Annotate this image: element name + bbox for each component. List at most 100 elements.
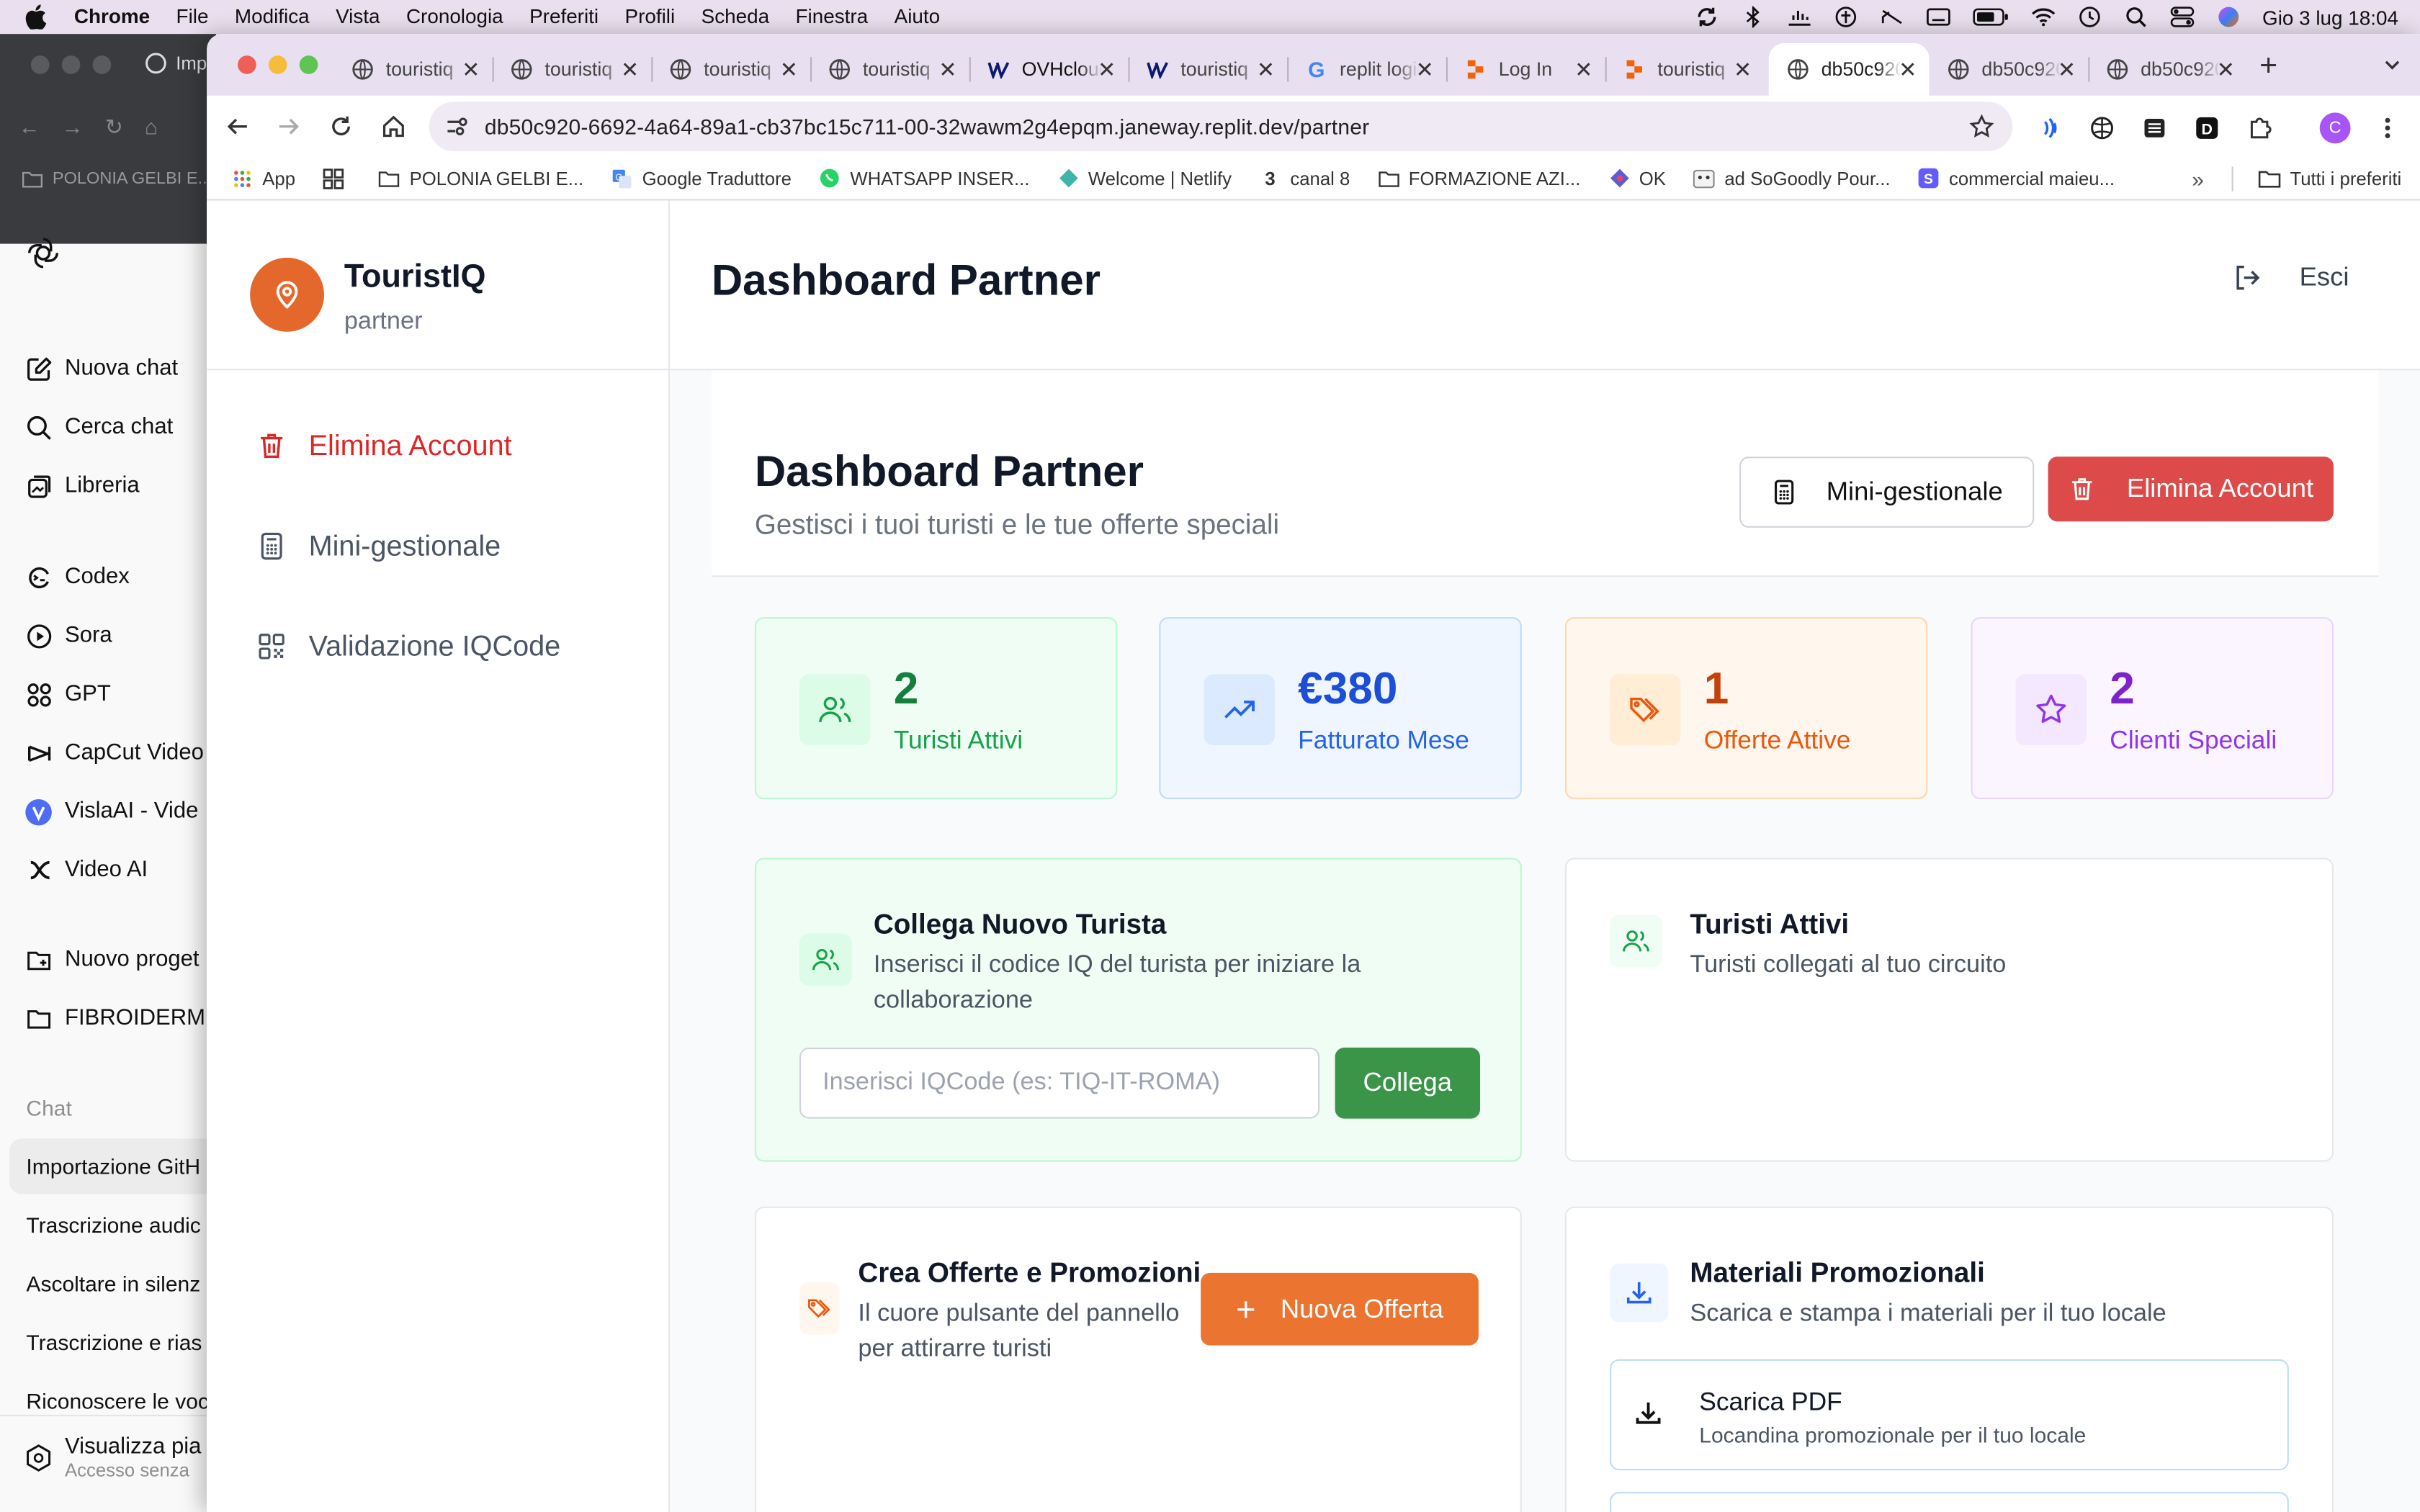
bookmark-whatsapp[interactable]: WHATSAPP INSER... [819, 168, 1029, 189]
forward-arrow-icon[interactable] [277, 114, 301, 139]
bg-chat-item[interactable]: Trascrizione audic [26, 1212, 200, 1237]
bookmark-netlify[interactable]: Welcome | Netlify [1057, 168, 1232, 189]
new-tab-button[interactable]: + [2259, 50, 2277, 85]
bg-chat-item[interactable]: Trascrizione e rias [26, 1330, 202, 1354]
bookmark-canal8[interactable]: 3 canal 8 [1260, 168, 1350, 189]
browser-tab[interactable]: Log In ✕ [1446, 43, 1607, 96]
extension-wave-icon[interactable] [2035, 114, 2063, 143]
menu-preferiti[interactable]: Preferiti [529, 0, 599, 34]
bookmark-folder[interactable]: FORMAZIONE AZI... [1378, 168, 1580, 189]
address-bar[interactable]: db50c920-6692-4a64-89a1-cb37bc15c711-00-… [429, 102, 2013, 151]
second-download-button[interactable] [1610, 1492, 2289, 1512]
bookmark-sogoodly[interactable]: ad SoGoodly Pour... [1693, 168, 1891, 189]
bg-chat-item[interactable]: Ascoltare in silenz [26, 1272, 200, 1296]
bg-nav-sora[interactable]: Sora [24, 622, 112, 650]
bg-nav-nuova-chat[interactable]: Nuova chat [24, 355, 178, 383]
bookmark-google-translate[interactable]: G Google Traduttore [611, 168, 792, 189]
close-tab-icon[interactable]: ✕ [2058, 57, 2076, 83]
bg-nav-fibroiderm[interactable]: FIBROIDERM I [24, 1004, 218, 1032]
menu-aiuto[interactable]: Aiuto [895, 0, 941, 34]
close-window-button[interactable] [238, 55, 256, 74]
browser-tab[interactable]: db50c920 ✕ [1930, 43, 2090, 96]
back-arrow-icon[interactable] [225, 114, 250, 139]
browser-tab[interactable]: Greplit login ✕ [1287, 43, 1448, 96]
close-tab-icon[interactable]: ✕ [2217, 57, 2235, 83]
bg-nav-capcut[interactable]: CapCut Video [24, 739, 204, 767]
bookmark-star-icon[interactable] [1969, 114, 1994, 139]
time-machine-icon[interactable] [2077, 6, 2102, 28]
bg-nav-video-ai[interactable]: Video AI [24, 856, 148, 884]
menu-clock[interactable]: Gio 3 lug 18:04 [2262, 6, 2398, 29]
menu-vista[interactable]: Vista [336, 0, 380, 34]
bg-chat-item[interactable]: Riconoscere le voc [26, 1389, 208, 1413]
apple-logo-icon[interactable] [24, 4, 47, 30]
menu-scheda[interactable]: Scheda [702, 0, 769, 34]
browser-tab[interactable]: touristiq ✕ [1128, 43, 1289, 96]
menu-finestra[interactable]: Finestra [796, 0, 869, 34]
extension-reader-icon[interactable] [2141, 114, 2169, 143]
logout-button[interactable]: Esci [2231, 262, 2349, 293]
sidebar-item-mini-gestionale[interactable]: Mini-gestionale [256, 529, 501, 563]
dictation-icon[interactable] [1787, 6, 1811, 28]
browser-tab[interactable]: touristiq ✕ [810, 43, 971, 96]
extension-d-icon[interactable]: D [2193, 114, 2221, 143]
browser-tab[interactable]: touristiq ✕ [1605, 43, 1765, 96]
bg-nav-codex[interactable]: Codex [24, 563, 130, 591]
reload-icon[interactable] [328, 114, 353, 139]
keyboard-icon[interactable] [1926, 6, 1950, 28]
bg-nav-libreria[interactable]: Libreria [24, 472, 140, 500]
chrome-menu-icon[interactable] [2374, 114, 2402, 143]
menu-cronologia[interactable]: Cronologia [406, 0, 503, 34]
scarica-pdf-button[interactable]: Scarica PDF Locandina promozionale per i… [1610, 1359, 2289, 1471]
browser-tab[interactable]: touristiq ✕ [651, 43, 812, 96]
browser-tab-active[interactable]: db50c920 ✕ [1768, 43, 1930, 96]
close-tab-icon[interactable]: ✕ [621, 57, 639, 83]
bg-nav-nuovo-progetto[interactable]: Nuovo proget [24, 946, 200, 974]
menu-profili[interactable]: Profili [625, 0, 676, 34]
bg-nav-gpt[interactable]: GPT [24, 680, 111, 708]
close-tab-icon[interactable]: ✕ [1734, 57, 1752, 83]
menu-file[interactable]: File [176, 0, 209, 34]
bg-nav-visla[interactable]: VislaAI - Vide [24, 798, 198, 826]
nuova-offerta-button[interactable]: + Nuova Offerta [1201, 1272, 1479, 1346]
close-tab-icon[interactable]: ✕ [1416, 57, 1434, 83]
browser-tab[interactable]: OVHcloud ✕ [969, 43, 1130, 96]
mini-gestionale-button[interactable]: Mini-gestionale [1739, 456, 2035, 528]
browser-tab[interactable]: db50c920 ✕ [2088, 43, 2247, 96]
close-tab-icon[interactable]: ✕ [938, 57, 956, 83]
more-bookmarks-chevron-icon[interactable]: » [2192, 166, 2204, 191]
bg-upgrade-plan[interactable]: Visualizza pia Accesso senza [24, 1435, 201, 1481]
browser-tab[interactable]: touristiq ✕ [333, 43, 494, 96]
collega-button[interactable]: Collega [1335, 1048, 1480, 1119]
zoom-window-button[interactable] [299, 55, 318, 74]
mute-icon[interactable] [1880, 6, 1904, 28]
url-text[interactable]: db50c920-6692-4a64-89a1-cb37bc15c711-00-… [485, 114, 1370, 139]
background-tab[interactable]: Imp [145, 53, 207, 74]
close-tab-icon[interactable]: ✕ [1098, 57, 1116, 83]
accessibility-icon[interactable] [1833, 6, 1857, 28]
home-icon[interactable] [381, 114, 405, 139]
bluetooth-icon[interactable] [1741, 6, 1765, 28]
all-bookmarks[interactable]: Tutti i preferiti [2231, 158, 2401, 201]
sync-icon[interactable] [1694, 6, 1718, 28]
extension-brain-icon[interactable] [2088, 114, 2116, 143]
bookmark-tab-groups[interactable] [323, 168, 345, 189]
extensions-puzzle-icon[interactable] [2246, 114, 2274, 143]
minimize-window-button[interactable] [268, 55, 287, 74]
bookmark-commercial[interactable]: Scommercial maieu... [1918, 168, 2115, 189]
close-tab-icon[interactable]: ✕ [462, 57, 480, 83]
openai-logo-icon[interactable] [24, 235, 61, 271]
control-center-icon[interactable] [2169, 6, 2194, 28]
bookmark-ok[interactable]: OK [1608, 168, 1666, 189]
sidebar-item-elimina-account[interactable]: Elimina Account [256, 429, 512, 463]
sidebar-item-validazione-iqcode[interactable]: Validazione IQCode [256, 629, 560, 663]
close-tab-icon[interactable]: ✕ [1257, 57, 1275, 83]
bookmark-folder[interactable]: POLONIA GELBI E... [379, 168, 583, 189]
bg-chat-item[interactable]: Importazione GitH [26, 1154, 200, 1179]
site-settings-icon[interactable] [444, 114, 469, 139]
spotlight-search-icon[interactable] [2123, 6, 2148, 28]
battery-icon[interactable] [1972, 6, 2009, 28]
iqcode-input[interactable]: Inserisci IQCode (es: TIQ-IT-ROMA) [799, 1048, 1320, 1119]
browser-tab[interactable]: touristiq ✕ [493, 43, 653, 96]
close-tab-icon[interactable]: ✕ [1574, 57, 1592, 83]
